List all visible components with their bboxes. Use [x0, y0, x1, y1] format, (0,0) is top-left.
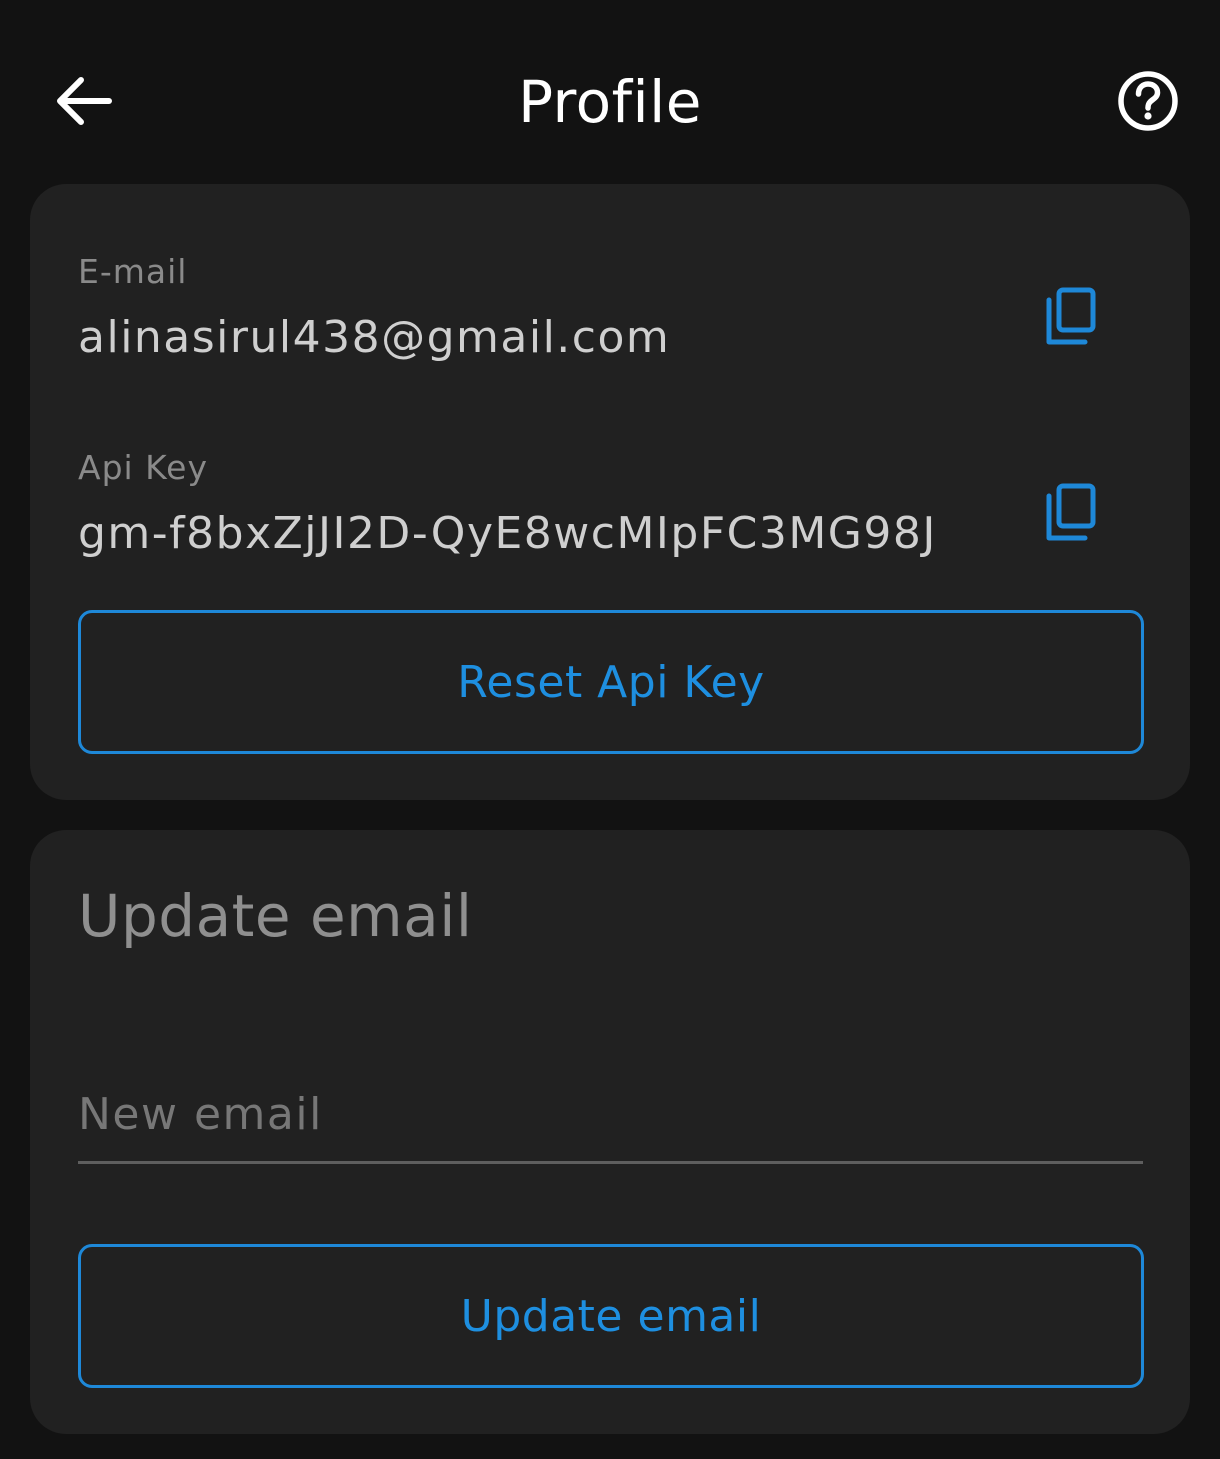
account-card: E-mail alinasirul438@gmail.com Api Key g… [30, 184, 1190, 800]
copy-email-button[interactable] [1034, 278, 1110, 354]
update-email-card: Update email Update email [30, 830, 1190, 1434]
email-label: E-mail [78, 252, 188, 291]
page-title: Profile [518, 68, 702, 136]
new-email-input[interactable] [78, 1068, 1143, 1164]
update-email-title: Update email [78, 882, 473, 950]
reset-api-key-button[interactable]: Reset Api Key [78, 610, 1144, 754]
api-key-label: Api Key [78, 448, 209, 487]
help-circle-icon [1118, 71, 1178, 131]
help-button[interactable] [1112, 68, 1184, 134]
update-email-button[interactable]: Update email [78, 1244, 1144, 1388]
copy-api-key-button[interactable] [1034, 474, 1110, 550]
email-value: alinasirul438@gmail.com [78, 312, 671, 363]
app-header: Profile [0, 0, 1220, 184]
copy-icon [1046, 287, 1096, 345]
profile-screen: Profile E-mail alinasirul438@gmail.com A… [0, 0, 1220, 1459]
api-key-value: gm-f8bxZjJI2D-QyE8wcMIpFC3MG98J [78, 508, 937, 559]
copy-icon [1046, 483, 1096, 541]
